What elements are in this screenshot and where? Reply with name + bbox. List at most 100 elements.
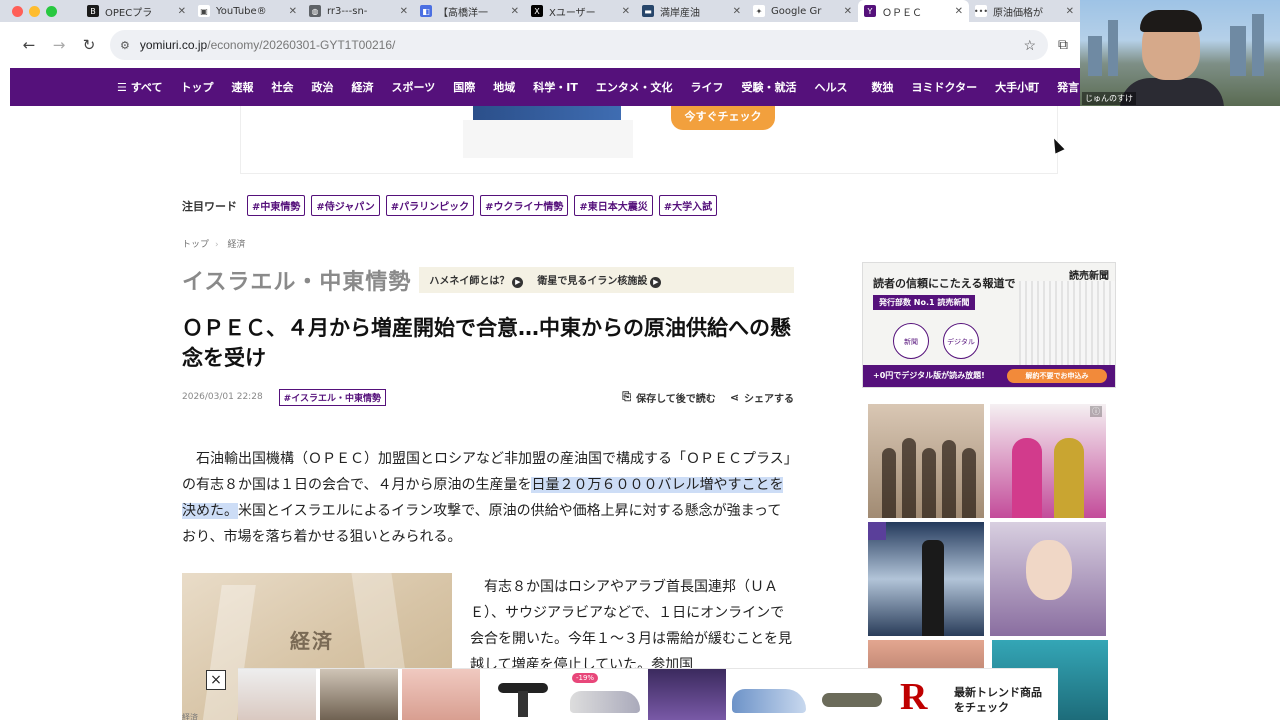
tab-close-icon[interactable]: ✕ [178, 6, 186, 17]
tab-close-icon[interactable]: ✕ [733, 6, 741, 17]
nav-item[interactable]: スポーツ [382, 79, 444, 95]
nav-item[interactable]: 社会 [262, 79, 302, 95]
maximize-window-button[interactable] [46, 5, 57, 17]
tab-close-icon[interactable]: ✕ [1066, 6, 1074, 17]
browser-tab[interactable]: X Xユーザー ✕ [525, 0, 636, 22]
close-ad-button[interactable]: × [206, 670, 226, 690]
save-for-later-button[interactable]: ⎘ 保存して後で読む [622, 390, 716, 405]
tab-favicon-icon: B [87, 5, 99, 17]
nav-item[interactable]: ヨミドクター [903, 79, 987, 95]
reload-button[interactable]: ↻ [74, 36, 104, 54]
hot-word-tag[interactable]: #大学入試 [658, 195, 718, 216]
share-button[interactable]: ⋖ シェアする [730, 390, 794, 405]
nav-item[interactable]: トップ [171, 79, 222, 95]
plan-newspaper: 新聞 [893, 323, 929, 359]
bookmark-star-icon[interactable]: ☆ [1023, 37, 1036, 54]
nav-item[interactable]: ☰ すべて [108, 79, 171, 95]
tab-title: Google Gr [771, 5, 822, 17]
url-field[interactable]: ⚙ yomiuri.co.jp/economy/20260301-GYT1T00… [110, 30, 1048, 60]
tab-title: 満岸産油 [660, 7, 700, 19]
close-window-button[interactable] [12, 5, 23, 17]
browser-tab[interactable]: B OPECプラ ✕ [81, 0, 192, 22]
url-path: /economy/20260301-GYT1T00216/ [207, 38, 396, 52]
plan-digital: デジタル版 [943, 323, 979, 382]
tab-favicon-icon: ✦ [753, 5, 765, 17]
subscription-bar-text: +0円でデジタル版が読み放題! [873, 371, 985, 380]
hot-word-tag[interactable]: #パラリンピック [385, 195, 475, 216]
minimize-window-button[interactable] [29, 5, 40, 17]
ad-product[interactable] [402, 669, 480, 720]
nav-item[interactable]: ライフ [682, 79, 733, 95]
hot-word-tag[interactable]: #東日本大震災 [574, 195, 653, 216]
browser-tab[interactable]: ▣ YouTube® ✕ [192, 0, 303, 22]
tab-close-icon[interactable]: ✕ [622, 6, 630, 17]
browser-tab[interactable]: ◍ rr3---sn- ✕ [303, 0, 414, 22]
ad-cta-button[interactable]: 今すぐチェック [671, 106, 775, 130]
site-navigation: ☰ すべて トップ 速報 社会 政治 経済 スポーツ 国際 地域 科学・IT エンタメ・文化 ライフ受… [10, 68, 1080, 106]
nav-item[interactable]: 政治 [302, 79, 342, 95]
tab-close-icon[interactable]: ✕ [289, 6, 297, 17]
browser-tab[interactable]: ✦ Google Gr ✕ [747, 0, 858, 22]
article-image-label: 経済 [290, 629, 334, 653]
ad-thumbnail[interactable] [990, 522, 1106, 636]
ad-product[interactable] [648, 669, 726, 720]
ad-product[interactable] [812, 669, 890, 720]
nav-item[interactable]: 速報 [222, 79, 262, 95]
hot-word-tag[interactable]: #ウクライナ情勢 [480, 195, 569, 216]
browser-tab[interactable]: ••• 原油価格が ✕ [969, 0, 1080, 22]
top-banner-ad[interactable]: 今すぐチェック [240, 106, 1058, 174]
ad-thumbnail[interactable] [868, 522, 984, 636]
breadcrumb-top[interactable]: トップ [182, 240, 209, 250]
browser-tab[interactable]: Y ＯＰＥＣ ✕ [858, 0, 969, 22]
subscription-ad[interactable]: 読者の信頼にこたえる報道で 読売新聞 発行部数 No.1 読売新聞 新聞 デジタ… [862, 262, 1116, 388]
ad-product[interactable] [730, 669, 808, 720]
section-links: ハメネイ師とは？ ▶ 衛星で見るイラン核施設 ▶ [419, 267, 794, 293]
nav-item[interactable]: ヘルス [806, 79, 857, 95]
section-title[interactable]: イスラエル・中東情勢 [182, 264, 411, 296]
yomiuri-logo: 読売新聞 [1069, 271, 1109, 282]
nav-item[interactable]: 数独 [863, 79, 903, 95]
ad-thumbnail[interactable] [868, 404, 984, 518]
browser-tab[interactable]: ▬ 満岸産油 ✕ [636, 0, 747, 22]
forward-button[interactable]: → [44, 36, 74, 54]
ad-product[interactable]: -19% [566, 669, 644, 720]
tab-favicon-icon: ◍ [309, 5, 321, 17]
nav-item[interactable]: 国際 [444, 79, 484, 95]
tab-bar: B OPECプラ ✕ ▣ YouTube® ✕ ◍ rr3---sn- ✕ ◧ 【高橋洋一 ✕ X Xユー… [0, 0, 1080, 22]
section-link-satellite[interactable]: 衛星で見るイラン核施設 ▶ [537, 272, 662, 288]
ad-choices-icon[interactable]: ⓘ [1090, 406, 1102, 417]
nav-item[interactable]: 科学・IT [524, 79, 587, 95]
ad-thumbnail[interactable]: ⓘ [990, 404, 1106, 518]
subscribe-button[interactable]: 解約不要でお申込み [1007, 369, 1107, 383]
hot-words: 注目ワード #中東情勢 #侍ジャパン #パラリンピック #ウクライナ情勢 #東日本大震災… [182, 195, 718, 216]
nav-item[interactable]: 地域 [484, 79, 524, 95]
ad-product[interactable] [238, 669, 316, 720]
article-body: 有志８か国はロシアやアラブ首長国連邦（ＵＡＥ）、サウジアラビアなどで、１日にオン… [470, 579, 792, 673]
article-lead: 石油輸出国機構（ＯＰＥＣ）加盟国とロシアなど非加盟の産油国で構成する「ＯＰＥＣプ… [182, 451, 791, 545]
ad-product[interactable] [320, 669, 398, 720]
nav-item[interactable]: 経済 [342, 79, 382, 95]
bottom-ad-strip[interactable]: -19% R 最新トレンド商品をチェック [238, 668, 1058, 720]
tab-close-icon[interactable]: ✕ [511, 6, 519, 17]
tab-close-icon[interactable]: ✕ [955, 6, 963, 17]
hot-word-tag[interactable]: #侍ジャパン [311, 195, 380, 216]
section-link-khamenei[interactable]: ハメネイ師とは？ ▶ [429, 272, 524, 288]
nav-item[interactable]: 大手小町 [986, 79, 1048, 95]
article-category-tag[interactable]: #イスラエル・中東情勢 [278, 388, 386, 406]
back-button[interactable]: ← [14, 36, 44, 54]
breadcrumb-economy[interactable]: 経済 [228, 240, 246, 250]
tab-title: YouTube® [216, 5, 267, 17]
tab-close-icon[interactable]: ✕ [844, 6, 852, 17]
ad-product[interactable] [484, 669, 562, 720]
extensions-icon[interactable]: ⧉ [1048, 37, 1078, 53]
browser-tab[interactable]: ◧ 【高橋洋一 ✕ [414, 0, 525, 22]
circulation-badge: 発行部数 No.1 読売新聞 [873, 295, 976, 310]
discount-badge: -19% [572, 673, 599, 683]
tab-close-icon[interactable]: ✕ [400, 6, 408, 17]
hot-word-tag[interactable]: #中東情勢 [247, 195, 306, 216]
site-info-icon[interactable]: ⚙ [120, 39, 130, 52]
bookmark-icon: ⎘ [622, 390, 632, 403]
breadcrumb: トップ › 経済 [182, 240, 246, 250]
nav-item[interactable]: 受験・就活 [733, 79, 806, 95]
nav-item[interactable]: エンタメ・文化 [587, 79, 682, 95]
